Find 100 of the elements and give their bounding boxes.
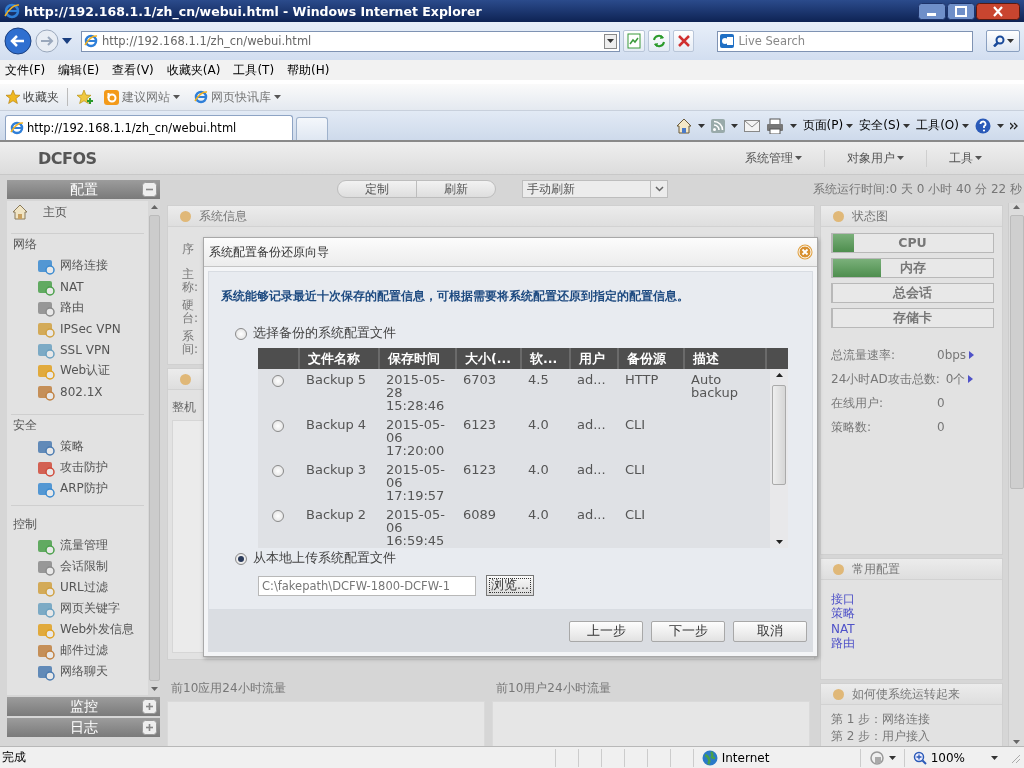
wizard-button[interactable]: 取消 (733, 620, 807, 642)
collapse-icon[interactable] (142, 182, 157, 197)
sidebar-item[interactable]: 会话限制 (60, 558, 108, 575)
menu-item[interactable]: 收藏夹(A) (166, 61, 221, 79)
expand-icon[interactable] (142, 720, 157, 735)
security-icon[interactable] (868, 749, 885, 766)
dropdown-icon[interactable] (62, 38, 72, 44)
panel-title: 前10用户24小时流量 (495, 680, 612, 697)
table-cell-text: 4.0 (528, 463, 550, 476)
shortcut-link[interactable]: NAT (831, 622, 855, 636)
search-field[interactable]: Live Search (717, 30, 974, 52)
close-icon[interactable] (797, 244, 813, 260)
row-radio[interactable] (272, 375, 284, 387)
command-menu[interactable]: 页面(P) (802, 117, 854, 134)
new-tab-button[interactable] (296, 117, 328, 140)
sidebar-item[interactable]: 流量管理 (60, 537, 108, 554)
toolbar-button[interactable]: 刷新 (416, 181, 495, 197)
sidebar-item[interactable]: SSL VPN (60, 342, 111, 357)
top-menu[interactable]: 对象用户 (824, 149, 926, 167)
print-icon[interactable] (765, 117, 784, 134)
command-menu[interactable]: 安全(S) (859, 117, 911, 134)
row-radio[interactable] (272, 465, 284, 477)
panel-label: 整机 (172, 400, 196, 414)
menu-item[interactable]: 帮助(H) (287, 61, 330, 79)
radio-button[interactable] (235, 327, 247, 340)
zoom-button[interactable]: 100% (903, 748, 1006, 767)
info-label: 间: (182, 342, 199, 356)
bullet-icon (180, 210, 191, 222)
sidebar-section[interactable]: 配置 (7, 180, 160, 199)
home-icon[interactable] (675, 117, 692, 134)
sidebar-item[interactable]: URL过滤 (60, 579, 108, 596)
address-field[interactable]: http://192.168.1.1/zh_cn/webui.html (81, 30, 621, 52)
sidebar-item[interactable]: 网络聊天 (60, 663, 108, 680)
sidebar-item[interactable]: Web外发信息 (60, 621, 135, 638)
caret-icon (975, 156, 982, 160)
row-radio[interactable] (272, 510, 284, 522)
shortcut-link[interactable]: 路由 (831, 636, 855, 650)
toolbar-button[interactable]: 定制 (338, 181, 416, 197)
sidebar-section[interactable]: 日志 (7, 718, 160, 737)
favorites-button[interactable]: 收藏夹 (6, 88, 59, 106)
intro-text: 系统能够记录最近十次保存的配置信息，可根据需要将系统配置还原到指定的配置信息。 (221, 288, 690, 305)
stat-link[interactable]: 0bps (937, 348, 975, 362)
help-icon[interactable] (975, 117, 991, 134)
sidebar-item[interactable]: ARP防护 (60, 480, 108, 497)
file-path-field[interactable]: C:\fakepath\DCFW-1800-DCFW-1 (258, 575, 476, 596)
add-favorite-icon[interactable] (76, 89, 94, 105)
close-button[interactable] (976, 2, 1020, 20)
sidebar-item[interactable]: Web认证 (60, 362, 111, 379)
table-cell-text: 6703 (463, 373, 498, 386)
bullet-icon (833, 688, 844, 700)
sidebar-section[interactable]: 监控 (7, 697, 160, 716)
sidebar-item[interactable]: 邮件过滤 (60, 642, 108, 659)
top-menu[interactable]: 工具 (926, 149, 1004, 167)
table-cell-text: 2015-05-06 17:20:00 (386, 418, 446, 457)
sidebar-item[interactable]: 网络连接 (60, 257, 108, 274)
search-button[interactable] (986, 30, 1020, 52)
menu-item[interactable]: 文件(F) (5, 61, 46, 79)
menu-item[interactable]: 查看(V) (112, 61, 154, 79)
radio-button[interactable] (235, 552, 247, 565)
wizard-button[interactable]: 上一步 (569, 620, 643, 642)
window-title: http://192.168.1.1/zh_cn/webui.html - Windows Internet Explorer (24, 3, 482, 19)
shortcut-link[interactable]: 策略 (831, 606, 855, 620)
browse-button[interactable]: 浏览... (486, 575, 534, 596)
sidebar-item[interactable]: 网页关键字 (60, 600, 120, 617)
sidebar-item[interactable]: 策略 (60, 438, 84, 455)
wizard-button[interactable]: 下一步 (651, 620, 725, 642)
sidebar-item[interactable]: IPSec VPN (60, 321, 121, 336)
refresh-icon[interactable] (650, 33, 667, 49)
table-cell-text: 2015-05-06 16:59:45 (386, 508, 446, 547)
favorites-link[interactable]: 网页快讯库 (194, 88, 281, 106)
chevron-icon[interactable] (1010, 121, 1018, 130)
table-cell-text: Backup 5 (306, 373, 368, 386)
sidebar-item[interactable]: 主页 (43, 203, 67, 221)
feeds-icon[interactable] (710, 118, 725, 133)
sidebar-item[interactable]: 路由 (60, 299, 84, 316)
stat-link[interactable]: 0个 (945, 370, 974, 388)
caret-icon (789, 123, 797, 128)
shortcut-link[interactable]: 接口 (831, 592, 855, 606)
refresh-select[interactable]: 手动刷新 (522, 180, 668, 198)
caret-icon (1006, 39, 1014, 43)
caret-icon (962, 123, 969, 128)
browser-tab[interactable]: http://192.168.1.1/zh_cn/webui.html (5, 115, 293, 140)
stop-icon[interactable] (675, 33, 692, 49)
row-radio[interactable] (272, 420, 284, 432)
mail-icon[interactable] (743, 119, 760, 132)
panel-title: 状态图 (852, 207, 888, 225)
back-button[interactable] (4, 27, 32, 55)
command-menu[interactable]: 工具(O) (916, 117, 969, 134)
minimize-button[interactable] (918, 2, 946, 20)
expand-icon[interactable] (142, 699, 157, 714)
dialog-title: 系统配置备份还原向导 (209, 243, 330, 261)
top-menu[interactable]: 系统管理 (723, 149, 824, 167)
sidebar-item[interactable]: NAT (60, 279, 84, 294)
maximize-button[interactable] (947, 2, 975, 20)
compatibility-icon[interactable] (626, 33, 643, 49)
menu-item[interactable]: 工具(T) (233, 61, 275, 79)
menu-item[interactable]: 编辑(E) (58, 61, 100, 79)
sidebar-item[interactable]: 802.1X (60, 384, 103, 399)
favorites-link[interactable]: 建议网站 (104, 88, 180, 106)
sidebar-item[interactable]: 攻击防护 (60, 459, 108, 476)
